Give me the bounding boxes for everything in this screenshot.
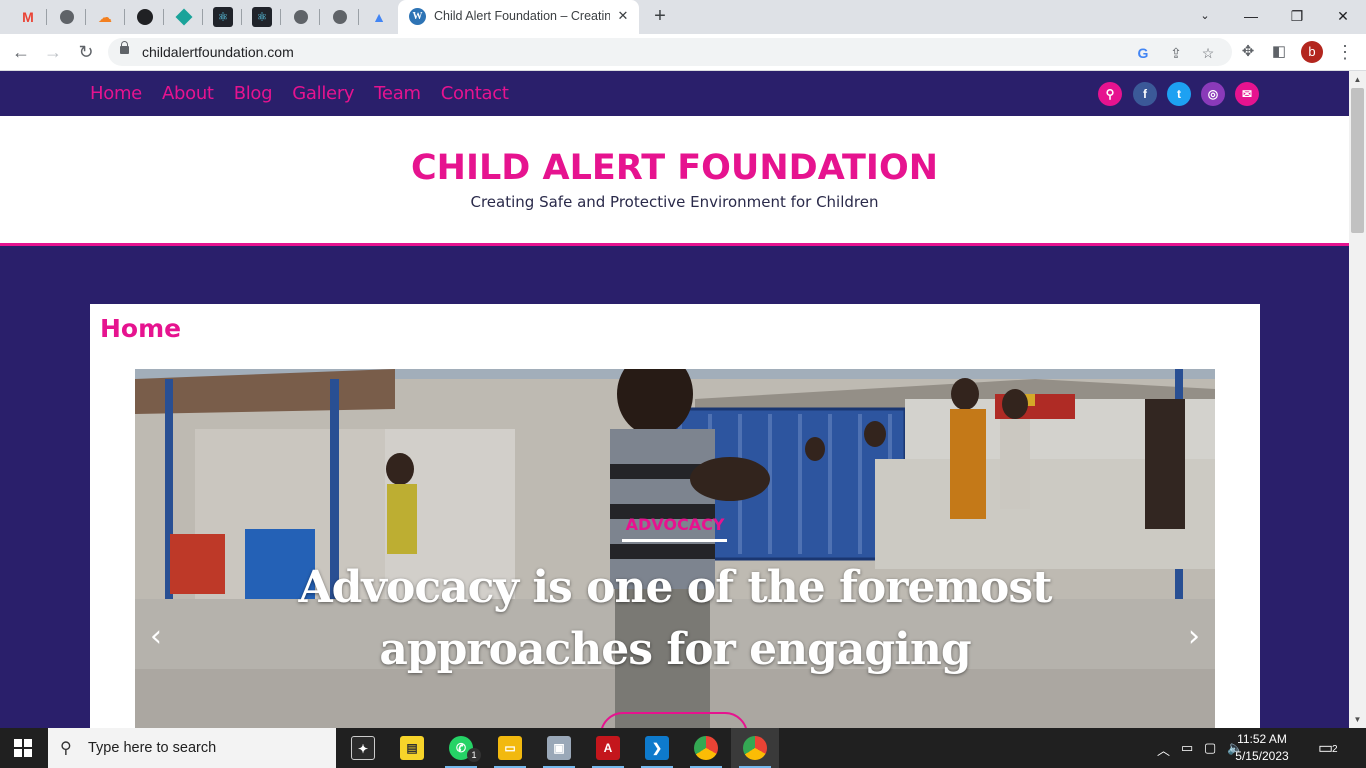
- diamond-app-icon[interactable]: [174, 7, 194, 27]
- lock-icon[interactable]: [120, 41, 129, 54]
- google-translate-icon[interactable]: G: [1134, 44, 1152, 62]
- web-page: Home About Blog Gallery Team Contact ⚲ f…: [0, 71, 1349, 728]
- taskbar-app-chrome-profile[interactable]: [731, 728, 779, 768]
- address-toolbar: ← → ↻ childalertfoundation.com G ⇪ ☆ ✥ ◧…: [0, 34, 1366, 71]
- clock-date: 5/15/2023: [1235, 749, 1289, 763]
- close-tab-icon[interactable]: ✕: [614, 7, 632, 25]
- windows-taskbar: ⚲ Type here to search ✦ ▤ ✆ 1 ▭ ▣ A ❯ ︿ …: [0, 728, 1366, 768]
- cloudflare-icon[interactable]: ☁: [95, 7, 115, 27]
- taskbar-app-vscode[interactable]: ❯: [633, 728, 681, 768]
- taskbar-app-photos[interactable]: ▣: [535, 728, 583, 768]
- email-icon[interactable]: ✉: [1235, 82, 1259, 106]
- slide-category[interactable]: ADVOCACY: [135, 515, 1215, 534]
- folder-icon: ▭: [498, 736, 522, 760]
- slider-prev-icon[interactable]: ‹: [141, 621, 171, 655]
- github-icon[interactable]: [135, 7, 155, 27]
- globe-icon[interactable]: [57, 7, 77, 27]
- share-icon[interactable]: ⇪: [1167, 44, 1185, 62]
- twitter-icon[interactable]: t: [1167, 82, 1191, 106]
- notification-center-icon[interactable]: ▭ 2: [1318, 736, 1344, 760]
- vscode-icon: ❯: [645, 736, 669, 760]
- taskbar-app-file-explorer[interactable]: ▭: [486, 728, 534, 768]
- slide-read-more-button[interactable]: [600, 712, 748, 728]
- chrome-menu-icon[interactable]: ⋮: [1333, 41, 1357, 65]
- react-icon[interactable]: ⚛: [213, 7, 233, 27]
- scroll-down-icon[interactable]: ▼: [1349, 711, 1366, 728]
- search-icon: ⚲: [60, 740, 72, 757]
- reload-button[interactable]: ↻: [74, 41, 98, 65]
- site-title[interactable]: CHILD ALERT FOUNDATION: [0, 148, 1349, 188]
- nav-team[interactable]: Team: [374, 83, 421, 104]
- forward-button[interactable]: →: [41, 41, 65, 65]
- omnibox[interactable]: childalertfoundation.com G ⇪ ☆: [108, 38, 1232, 66]
- nav-contact[interactable]: Contact: [441, 83, 509, 104]
- globe-icon[interactable]: [291, 7, 311, 27]
- wordpress-icon: W: [409, 8, 426, 25]
- tab-search-icon[interactable]: ⌄: [1190, 4, 1220, 28]
- acrobat-icon: A: [596, 736, 620, 760]
- battery-icon[interactable]: ▭: [1181, 740, 1193, 756]
- slide-headline[interactable]: Advocacy is one of the foremost approach…: [175, 557, 1175, 681]
- photos-icon: ▣: [547, 736, 571, 760]
- extensions-icon[interactable]: ✥: [1236, 41, 1260, 65]
- slide-category-underline: [622, 539, 727, 542]
- nav-about[interactable]: About: [162, 83, 214, 104]
- back-button[interactable]: ←: [9, 41, 33, 65]
- chrome-icon: [743, 736, 767, 760]
- close-window-button[interactable]: ✕: [1328, 4, 1358, 28]
- taskbar-search-placeholder: Type here to search: [88, 740, 217, 756]
- notification-count: 2: [1332, 744, 1338, 755]
- sticky-notes-icon: ▤: [400, 736, 424, 760]
- active-tab-title: Child Alert Foundation – Creating: [434, 9, 610, 23]
- site-top-nav: Home About Blog Gallery Team Contact ⚲ f…: [0, 71, 1349, 116]
- taskbar-app-reader[interactable]: ✦: [339, 728, 387, 768]
- taskbar-app-chrome[interactable]: [682, 728, 730, 768]
- profile-avatar[interactable]: b: [1301, 41, 1323, 63]
- new-tab-button[interactable]: +: [648, 5, 672, 29]
- active-tab[interactable]: W Child Alert Foundation – Creating ✕: [398, 0, 639, 34]
- page-title: Home: [100, 314, 182, 343]
- taskbar-app-whatsapp[interactable]: ✆ 1: [437, 728, 485, 768]
- tray-chevron-icon[interactable]: ︿: [1157, 740, 1170, 759]
- page-scrollbar[interactable]: ▲ ▼: [1349, 71, 1366, 728]
- site-header: CHILD ALERT FOUNDATION Creating Safe and…: [0, 116, 1349, 246]
- windows-start-icon[interactable]: [14, 739, 32, 757]
- url-text[interactable]: childalertfoundation.com: [142, 44, 294, 60]
- instagram-icon[interactable]: ◎: [1201, 82, 1225, 106]
- main-menu: Home About Blog Gallery Team Contact: [90, 83, 509, 104]
- whatsapp-badge: 1: [467, 748, 481, 762]
- chrome-icon: [694, 736, 718, 760]
- taskbar-app-sticky-notes[interactable]: ▤: [388, 728, 436, 768]
- side-panel-icon[interactable]: ◧: [1267, 41, 1291, 65]
- hero-slider: ADVOCACY Advocacy is one of the foremost…: [135, 369, 1215, 728]
- slider-next-icon[interactable]: ›: [1179, 621, 1209, 655]
- facebook-icon[interactable]: f: [1133, 82, 1157, 106]
- nav-gallery[interactable]: Gallery: [292, 83, 354, 104]
- taskbar-search[interactable]: ⚲ Type here to search: [48, 728, 336, 768]
- gmail-icon[interactable]: M: [18, 7, 38, 27]
- site-tagline: Creating Safe and Protective Environment…: [470, 193, 879, 211]
- taskbar-app-acrobat[interactable]: A: [584, 728, 632, 768]
- book-reader-icon: ✦: [351, 736, 375, 760]
- scroll-up-icon[interactable]: ▲: [1349, 71, 1366, 88]
- restore-button[interactable]: ❐: [1282, 4, 1312, 28]
- nav-home[interactable]: Home: [90, 83, 142, 104]
- search-icon[interactable]: ⚲: [1098, 82, 1122, 106]
- clock-time: 11:52 AM: [1237, 732, 1287, 746]
- minimize-button[interactable]: —: [1236, 4, 1266, 28]
- scrollbar-thumb[interactable]: [1351, 88, 1364, 233]
- bookmark-star-icon[interactable]: ☆: [1199, 44, 1217, 62]
- main-content: Home ADVOCACY Advocacy is one of the for…: [90, 304, 1260, 728]
- browser-tab-strip: M ☁ ⚛ ⚛ ▲ W Child Alert Foundation – Cre…: [0, 0, 1366, 34]
- taskbar-clock[interactable]: 11:52 AM 5/15/2023: [1222, 731, 1302, 765]
- network-icon[interactable]: ▢: [1204, 740, 1216, 756]
- globe-icon[interactable]: [330, 7, 350, 27]
- react-icon[interactable]: ⚛: [252, 7, 272, 27]
- graduation-cap-icon[interactable]: ▲: [369, 7, 389, 27]
- nav-blog[interactable]: Blog: [234, 83, 273, 104]
